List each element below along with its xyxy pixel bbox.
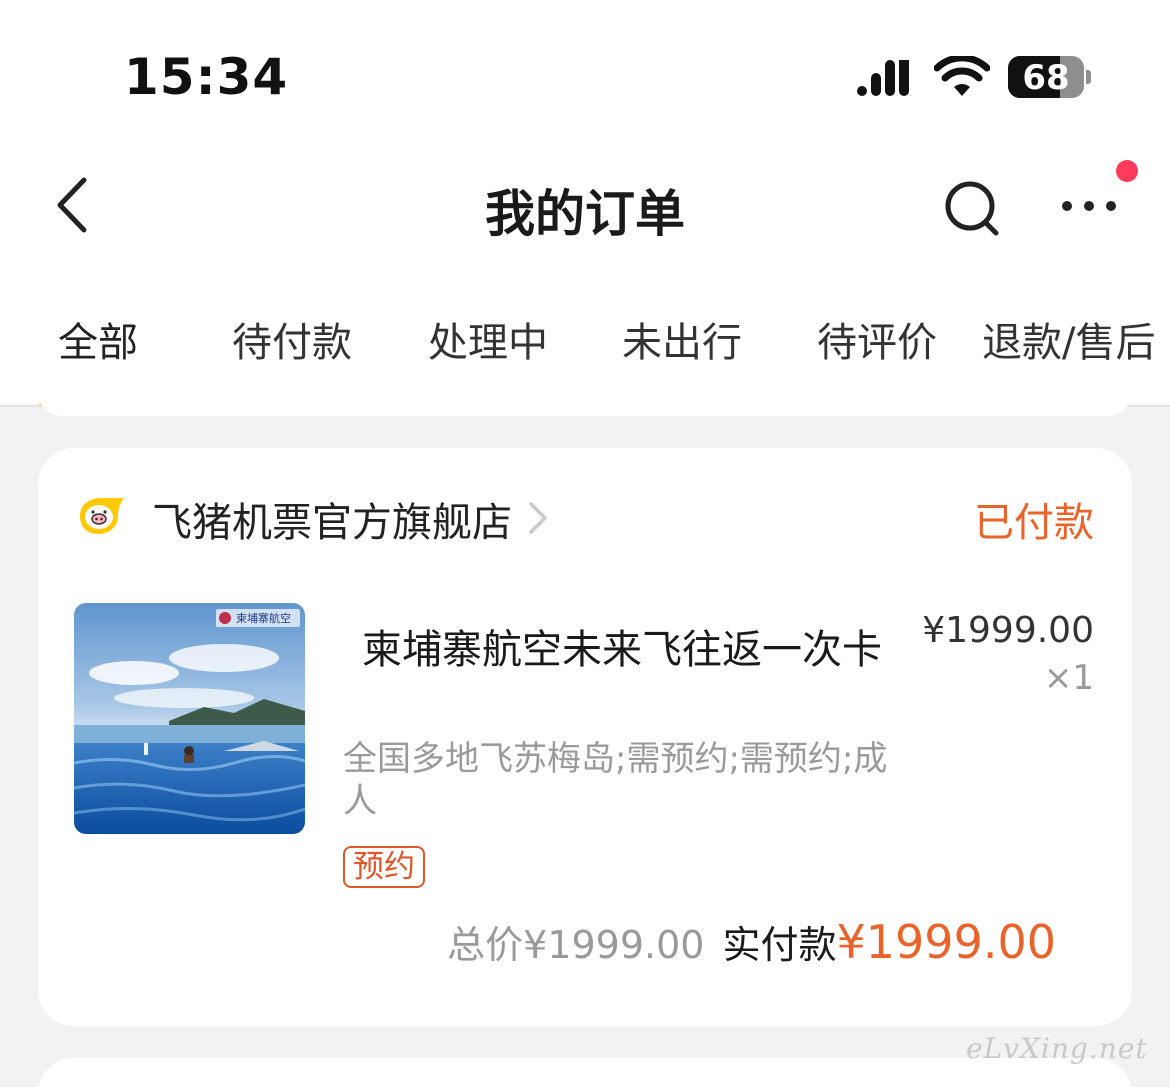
battery-icon: 68 — [1008, 56, 1084, 98]
battery-cap — [1086, 70, 1091, 84]
tab-not-traveled[interactable]: 未出行 — [622, 310, 742, 368]
tab-processing[interactable]: 处理中 — [428, 310, 548, 368]
chevron-right-icon[interactable] — [526, 500, 550, 536]
paid-amount: ¥1999.00 — [836, 915, 1057, 969]
notification-dot — [1116, 160, 1138, 182]
product-image[interactable]: 柬埔寨航空 — [74, 603, 305, 834]
watermark: eLvXing.net — [966, 1032, 1148, 1065]
quantity: ×1 — [1043, 658, 1094, 698]
battery-level: 68 — [1022, 58, 1070, 98]
more-options-icon[interactable] — [1056, 186, 1122, 226]
order-status: 已付款 — [974, 500, 1094, 546]
search-icon[interactable] — [940, 176, 1004, 240]
wifi-icon — [934, 56, 990, 96]
reservation-tag: 预约 — [343, 846, 425, 888]
order-summary: 总价¥1999.00 实付款¥1999.00 — [447, 914, 1056, 969]
tabs-background — [0, 380, 1170, 404]
store-name[interactable]: 飞猪机票官方旗舰店 — [152, 490, 512, 548]
tab-refund-after-sales[interactable]: 退款/售后 — [982, 310, 1155, 368]
paid-label: 实付款 — [722, 923, 837, 967]
cellular-signal-icon — [857, 60, 909, 96]
order-card[interactable]: 飞猪机票官方旗舰店 已付款 柬埔寨航空 柬埔寨航空未来飞往返一次卡 全国多地飞苏… — [38, 448, 1132, 1026]
product-image-logo-text: 柬埔寨航空 — [236, 611, 291, 625]
unit-price: ¥1999.00 — [922, 610, 1094, 651]
tab-all[interactable]: 全部 — [58, 310, 138, 368]
order-tabs: 全部 待付款 处理中 未出行 待评价 退款/售后 — [0, 310, 1170, 380]
fliggy-logo-icon — [80, 498, 124, 534]
product-title[interactable]: 柬埔寨航空未来飞往返一次卡 — [362, 626, 882, 674]
status-time: 15:34 — [124, 48, 289, 106]
product-specs: 全国多地飞苏梅岛;需预约;需预约;成人 — [343, 739, 888, 821]
total-price: 总价¥1999.00 — [447, 923, 705, 967]
tab-pending-review[interactable]: 待评价 — [817, 310, 937, 368]
tab-pending-payment[interactable]: 待付款 — [232, 310, 352, 368]
